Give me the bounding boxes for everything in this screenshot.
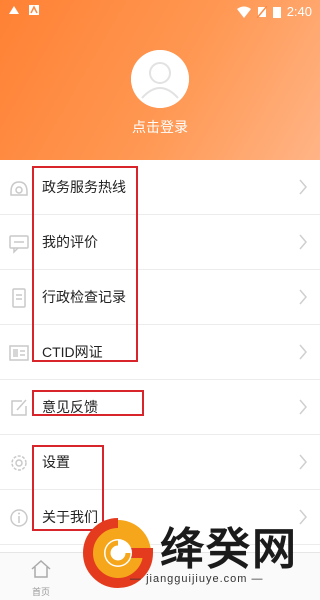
menu-item-label: 意见反馈 [42, 399, 98, 415]
chevron-right-icon [299, 234, 307, 250]
nav-home[interactable]: 首页 [26, 559, 56, 598]
battery-icon [272, 6, 281, 18]
profile-header: 2:40 点击登录 [0, 0, 320, 160]
menu-item-inspection-records[interactable]: 行政检查记录 [0, 270, 320, 325]
user-placeholder-icon [131, 50, 189, 108]
chevron-right-icon [299, 454, 307, 470]
status-time: 2:40 [286, 4, 312, 19]
wifi-icon [236, 6, 251, 18]
menu-item-hotline[interactable]: 政务服务热线 [0, 160, 320, 215]
id-card-icon [9, 345, 29, 361]
info-icon [10, 509, 28, 527]
watermark-url: — jiangguijiuye.com — [130, 573, 264, 585]
menu-item-label: 设置 [42, 454, 70, 470]
menu-item-ctid[interactable]: CTID网证 [0, 325, 320, 380]
watermark: 绛癸网 — jiangguijiuye.com — [78, 513, 320, 600]
menu-item-label: 行政检查记录 [42, 289, 126, 305]
document-icon [12, 288, 26, 308]
comment-icon [9, 235, 29, 254]
watermark-name: 绛癸网 [160, 524, 298, 575]
menu-item-feedback[interactable]: 意见反馈 [0, 380, 320, 435]
chevron-right-icon [299, 179, 307, 195]
home-icon [31, 559, 51, 578]
chevron-right-icon [299, 289, 307, 305]
menu-item-label: CTID网证 [42, 344, 103, 360]
chevron-right-icon [299, 344, 307, 360]
menu-item-settings[interactable]: 设置 [0, 435, 320, 490]
avatar[interactable] [131, 50, 189, 108]
app-notification-icon [29, 5, 39, 15]
login-link[interactable]: 点击登录 [0, 117, 320, 137]
nav-home-label: 首页 [31, 587, 50, 597]
notification-icon [9, 6, 19, 14]
edit-icon [11, 399, 27, 416]
chevron-right-icon [299, 399, 307, 415]
gear-icon [11, 455, 27, 471]
menu-item-label: 我的评价 [42, 234, 98, 250]
menu-item-label: 政务服务热线 [42, 179, 126, 195]
menu-item-my-reviews[interactable]: 我的评价 [0, 215, 320, 270]
no-sim-icon [256, 5, 267, 18]
phone-icon [10, 181, 28, 196]
status-bar: 2:40 [0, 0, 320, 24]
